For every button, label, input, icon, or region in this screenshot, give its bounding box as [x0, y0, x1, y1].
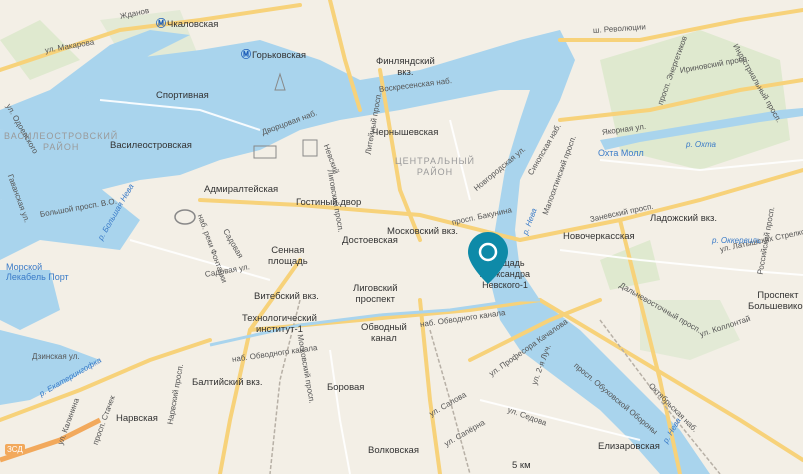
- metro-icon: Ⓜ: [156, 19, 166, 30]
- metro-icon: Ⓜ: [241, 50, 251, 61]
- metro-station[interactable]: Новочеркасская: [563, 231, 635, 242]
- metro-station[interactable]: ⓂГорьковская: [240, 50, 306, 61]
- railway-station[interactable]: Ладожский вкз.: [650, 213, 717, 224]
- metro-station[interactable]: Волковская: [368, 445, 419, 456]
- water-label: р. Оккервиль: [712, 236, 761, 245]
- metro-station[interactable]: Московский вкз.: [387, 226, 458, 237]
- metro-station[interactable]: Спортивная: [156, 90, 209, 101]
- poi-label[interactable]: Охта Молл: [598, 148, 644, 158]
- port-label[interactable]: Морской Лекабель Порт: [6, 262, 69, 282]
- distance-label: 5 км: [512, 460, 531, 471]
- metro-station[interactable]: Технологический институт-1: [242, 313, 317, 335]
- location-pin-icon[interactable]: [466, 230, 510, 286]
- road-sign: ЗСД: [5, 444, 25, 455]
- metro-station[interactable]: Боровая: [327, 382, 364, 393]
- metro-station[interactable]: Обводный канал: [361, 322, 407, 344]
- district-central: ЦЕНТРАЛЬНЫЙ РАЙОН: [395, 156, 476, 177]
- railway-station[interactable]: Финляндский вкз.: [376, 56, 435, 78]
- metro-station[interactable]: Проспект Большевиков: [748, 290, 803, 312]
- metro-station[interactable]: Василеостровская: [110, 140, 192, 151]
- metro-station[interactable]: Гостиный двор: [296, 197, 361, 208]
- metro-station[interactable]: Сенная площадь: [268, 245, 308, 267]
- water-label: р. Охта: [686, 140, 716, 149]
- metro-station[interactable]: Нарвская: [116, 413, 158, 424]
- metro-station[interactable]: Адмиралтейская: [204, 184, 278, 195]
- metro-station[interactable]: Чернышевская: [372, 127, 438, 138]
- map-canvas[interactable]: ВАСИЛЕОСТРОВСКИЙ РАЙОН ЦЕНТРАЛЬНЫЙ РАЙОН…: [0, 0, 803, 474]
- railway-station[interactable]: Витебский вкз.: [254, 291, 319, 302]
- metro-station[interactable]: Лиговский проспект: [353, 283, 398, 305]
- metro-station[interactable]: ⓂЧкаловская: [155, 19, 218, 30]
- street-label: Дзинская ул.: [32, 352, 80, 361]
- metro-station[interactable]: Елизаровская: [598, 441, 660, 452]
- metro-station[interactable]: Балтийский вкз.: [192, 377, 263, 388]
